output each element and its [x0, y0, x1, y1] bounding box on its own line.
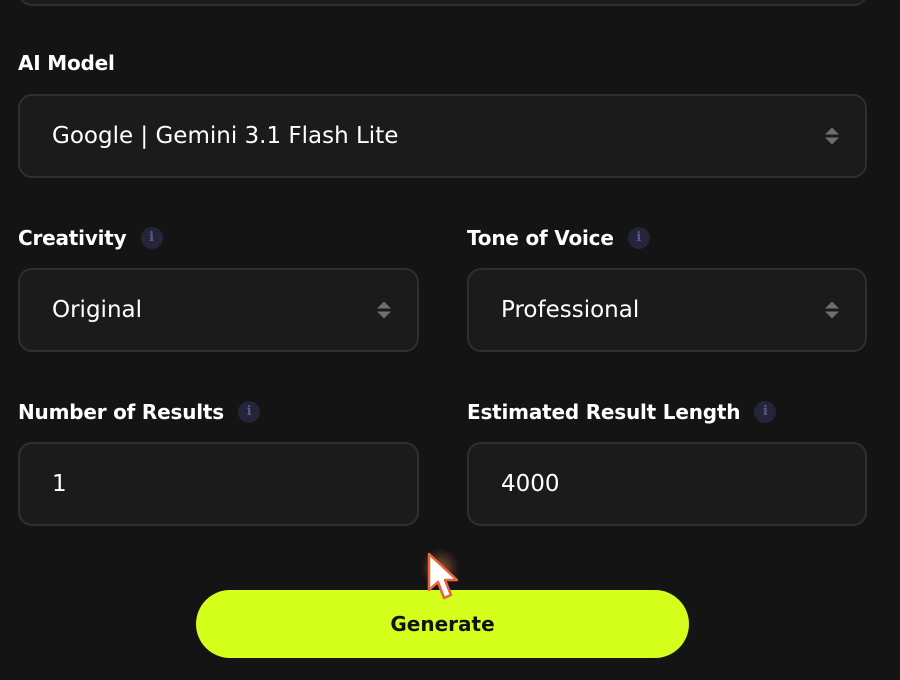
- number-of-results-label-text: Number of Results: [18, 400, 224, 424]
- tone-of-voice-value: Professional: [501, 297, 640, 323]
- number-of-results-label: Number of Results i: [18, 400, 260, 424]
- textarea-bottom-edge[interactable]: ⁄⁄: [18, 0, 868, 6]
- creativity-value: Original: [52, 297, 143, 323]
- creativity-select[interactable]: Original: [18, 268, 419, 352]
- tone-of-voice-label-text: Tone of Voice: [467, 226, 614, 250]
- select-arrows-icon: [377, 301, 391, 319]
- tone-of-voice-label: Tone of Voice i: [467, 226, 650, 250]
- info-icon[interactable]: i: [627, 227, 650, 249]
- estimated-result-length-value: 4000: [501, 471, 560, 497]
- ai-model-label-text: AI Model: [18, 51, 115, 75]
- info-icon[interactable]: i: [237, 401, 260, 423]
- creativity-label-text: Creativity: [18, 226, 127, 250]
- number-of-results-input[interactable]: 1: [18, 442, 419, 526]
- estimated-result-length-input[interactable]: 4000: [467, 442, 867, 526]
- estimated-result-length-label-text: Estimated Result Length: [467, 400, 741, 424]
- info-icon[interactable]: i: [140, 227, 163, 249]
- info-icon[interactable]: i: [754, 401, 777, 423]
- select-arrows-icon: [825, 127, 839, 145]
- estimated-result-length-label: Estimated Result Length i: [467, 400, 777, 424]
- mouse-pointer-icon: [427, 552, 459, 600]
- creativity-label: Creativity i: [18, 226, 163, 250]
- select-arrows-icon: [825, 301, 839, 319]
- tone-of-voice-select[interactable]: Professional: [467, 268, 867, 352]
- number-of-results-value: 1: [52, 471, 67, 497]
- resize-handle-icon[interactable]: ⁄⁄: [859, 0, 862, 2]
- ai-model-label: AI Model: [18, 51, 115, 75]
- generator-form: ⁄⁄ AI Model Google | Gemini 3.1 Flash Li…: [0, 0, 900, 680]
- ai-model-value: Google | Gemini 3.1 Flash Lite: [52, 123, 399, 149]
- ai-model-select[interactable]: Google | Gemini 3.1 Flash Lite: [18, 94, 867, 178]
